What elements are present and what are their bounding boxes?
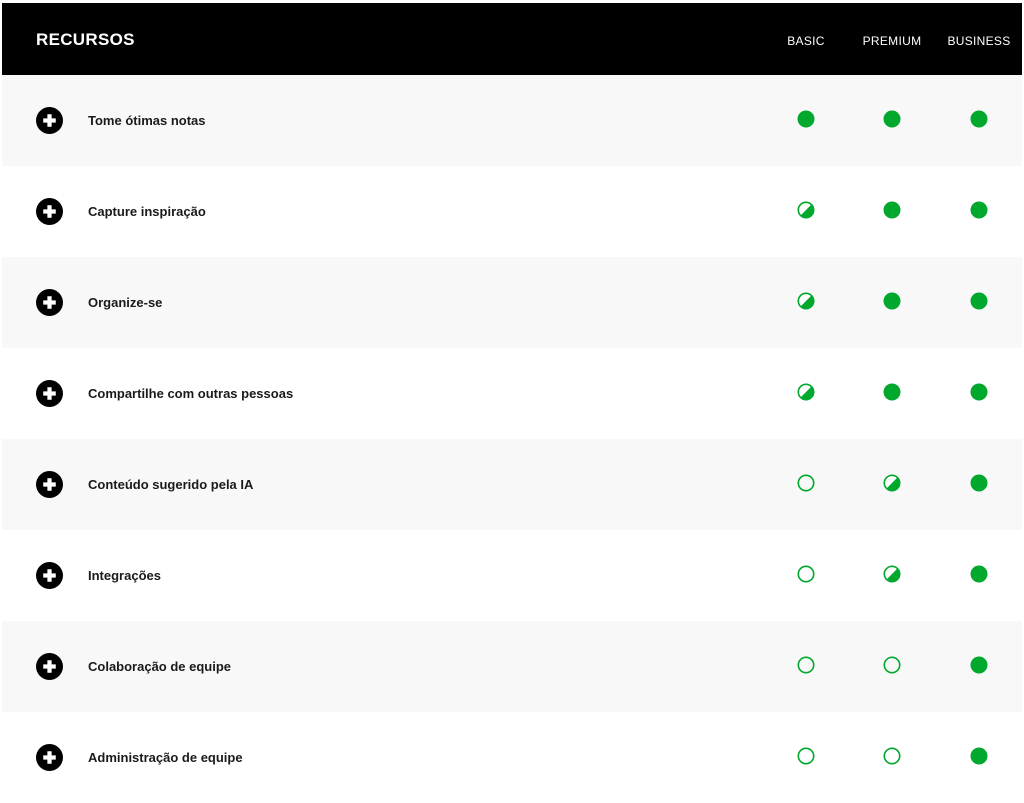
- filled-circle-icon: [797, 110, 815, 128]
- feature-row[interactable]: Compartilhe com outras pessoas: [2, 348, 1022, 439]
- feature-label: Integrações: [88, 568, 161, 583]
- plus-circle-icon[interactable]: [36, 107, 63, 134]
- feature-label: Compartilhe com outras pessoas: [88, 386, 294, 401]
- header-title: RECURSOS: [36, 30, 135, 49]
- filled-circle-icon: [883, 383, 901, 401]
- plan-business-label: BUSINESS: [947, 34, 1011, 48]
- plus-circle-icon[interactable]: [36, 744, 63, 771]
- filled-circle-icon: [970, 656, 988, 674]
- feature-row[interactable]: Conteúdo sugerido pela IA: [2, 439, 1022, 530]
- plus-circle-icon[interactable]: [36, 380, 63, 407]
- feature-row[interactable]: Integrações: [2, 530, 1022, 621]
- empty-circle-icon: [797, 474, 815, 492]
- feature-label: Tome ótimas notas: [88, 113, 206, 128]
- plus-circle-icon[interactable]: [36, 471, 63, 498]
- feature-rows: Tome ótimas notas Capture inspiração Organ…: [2, 75, 1022, 803]
- feature-row[interactable]: Tome ótimas notas: [2, 75, 1022, 166]
- filled-circle-icon: [970, 292, 988, 310]
- table-header: RECURSOS BASIC PREMIUM BUSINESS: [2, 3, 1022, 75]
- feature-label: Administração de equipe: [88, 750, 243, 765]
- empty-circle-icon: [883, 656, 901, 674]
- plus-circle-icon[interactable]: [36, 198, 63, 225]
- empty-circle-icon: [797, 656, 815, 674]
- filled-circle-icon: [970, 474, 988, 492]
- empty-circle-icon: [883, 747, 901, 765]
- plus-circle-icon[interactable]: [36, 289, 63, 316]
- empty-circle-icon: [797, 747, 815, 765]
- feature-row[interactable]: Administração de equipe: [2, 712, 1022, 803]
- half-circle-icon: [797, 292, 815, 310]
- half-circle-icon: [883, 474, 901, 492]
- filled-circle-icon: [970, 747, 988, 765]
- plan-premium-label: PREMIUM: [862, 34, 922, 48]
- feature-label: Organize-se: [88, 295, 163, 310]
- filled-circle-icon: [970, 201, 988, 219]
- filled-circle-icon: [970, 110, 988, 128]
- feature-row[interactable]: Organize-se: [2, 257, 1022, 348]
- feature-label: Colaboração de equipe: [88, 659, 232, 674]
- half-circle-icon: [883, 565, 901, 583]
- plus-circle-icon[interactable]: [36, 653, 63, 680]
- feature-label: Conteúdo sugerido pela IA: [88, 477, 254, 492]
- empty-circle-icon: [797, 565, 815, 583]
- filled-circle-icon: [970, 383, 988, 401]
- feature-row[interactable]: Colaboração de equipe: [2, 621, 1022, 712]
- filled-circle-icon: [883, 201, 901, 219]
- plus-circle-icon[interactable]: [36, 562, 63, 589]
- filled-circle-icon: [883, 292, 901, 310]
- filled-circle-icon: [883, 110, 901, 128]
- plan-basic-label: BASIC: [787, 34, 825, 48]
- feature-row[interactable]: Capture inspiração: [2, 166, 1022, 257]
- half-circle-icon: [797, 201, 815, 219]
- half-circle-icon: [797, 383, 815, 401]
- feature-label: Capture inspiração: [88, 204, 206, 219]
- features-comparison-table: RECURSOS BASIC PREMIUM BUSINESS Tome óti…: [2, 3, 1022, 803]
- filled-circle-icon: [970, 565, 988, 583]
